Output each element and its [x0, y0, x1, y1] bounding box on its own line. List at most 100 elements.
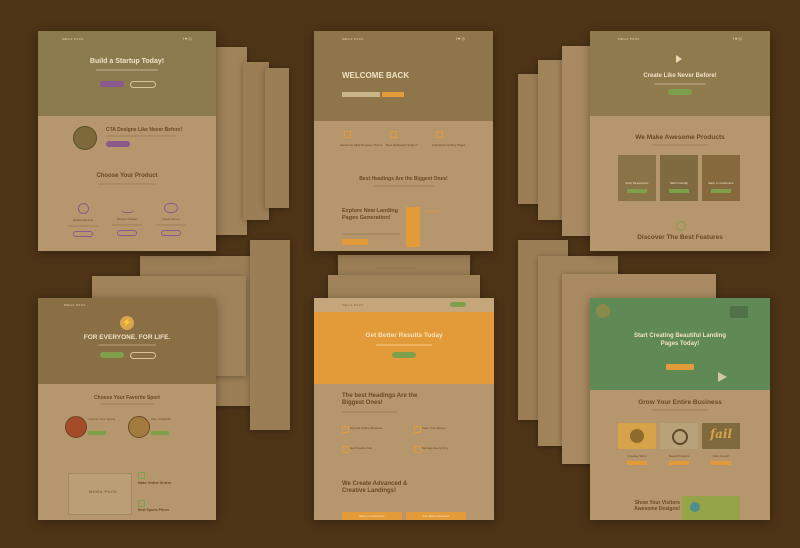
- settings-icon: [414, 446, 421, 453]
- money-icon: [414, 426, 421, 433]
- hero-title: WELCOME BACK: [342, 71, 410, 80]
- explore-title: Explore New Landing Pages Generation!: [342, 208, 398, 221]
- template-card-startup[interactable]: MEGA PACK f ♥ ◎ Build a Startup Today! C…: [38, 31, 216, 251]
- explore-button[interactable]: [342, 239, 368, 245]
- play-icon: [676, 55, 682, 63]
- sport-label: Play Volleyball: [151, 417, 171, 421]
- tile-button[interactable]: [711, 461, 731, 465]
- feature-button[interactable]: [73, 231, 93, 237]
- feature-label: Best Dedicated Support: [386, 143, 418, 147]
- hero-title: Start Creating Beautiful Landing Pages T…: [633, 333, 726, 347]
- feature-label: Get Results Fast: [350, 446, 373, 450]
- social-icons: f ♥ ◎: [455, 36, 465, 41]
- globe-icon: [73, 126, 97, 150]
- tile-label: Rapid Products: [668, 454, 690, 458]
- hero-section: Start Creating Beautiful Landing Pages T…: [590, 298, 770, 390]
- hand-icon: [630, 429, 644, 443]
- bottom-title: Show Your Visitors Awesome Designs!: [634, 500, 680, 512]
- hero-section: MEGA PACK f ♥ ◎ WELCOME BACK: [314, 31, 493, 121]
- sport-button[interactable]: [88, 431, 106, 435]
- tennis-image: [65, 416, 87, 438]
- paper-plane-icon: [718, 372, 727, 382]
- feature-label: Save Your Money: [422, 426, 446, 430]
- product-label: Fully Responsive: [625, 181, 649, 185]
- signup-button[interactable]: [382, 92, 404, 97]
- tile-button[interactable]: [627, 461, 647, 465]
- peek-title: Easy to Sell Marketing: [376, 265, 416, 270]
- template-card-landing[interactable]: Start Creating Beautiful Landing Pages T…: [590, 298, 770, 520]
- sport-button[interactable]: [151, 431, 169, 435]
- template-card-welcome[interactable]: MEGA PACK f ♥ ◎ WELCOME BACK Awesome Mul…: [314, 31, 493, 251]
- customize-button[interactable]: Easy to Customize: [342, 512, 402, 520]
- layers-icon: [436, 131, 443, 138]
- social-icons: f ♥ ◎: [732, 36, 742, 41]
- feature-tile[interactable]: [660, 423, 698, 449]
- tile-button[interactable]: [669, 461, 689, 465]
- hero-title: Create Like Never Before!: [643, 73, 717, 79]
- lightbulb-icon: [77, 203, 89, 214]
- feature-fitness: Fitness Tracker: [108, 203, 146, 236]
- logo: MEGA PACK: [64, 303, 86, 307]
- secondary-button[interactable]: [130, 81, 156, 88]
- tag-icon: [138, 500, 145, 507]
- feature-mobile: Mobile Devices: [64, 203, 102, 237]
- feature-row: Awesome Multi-Purpose Theme Best Dedicat…: [340, 131, 470, 153]
- sport-label: Improve Your Tennis: [88, 417, 116, 421]
- product-tile[interactable]: SEO Friendly: [660, 155, 698, 201]
- product-button[interactable]: [711, 189, 731, 193]
- primary-button[interactable]: [392, 352, 416, 358]
- templates-showcase: MEGA PACK f ♥ ◎ Build a Startup Today! C…: [0, 0, 800, 548]
- volleyball-image: [128, 416, 150, 438]
- social-icons: f ♥ ◎: [182, 36, 192, 41]
- target-icon: [672, 429, 688, 445]
- desk-plant-icon: [596, 304, 610, 318]
- primary-button[interactable]: [666, 364, 694, 370]
- logo: MEGA PACK: [342, 303, 364, 307]
- product-button[interactable]: [669, 189, 689, 193]
- cta-button[interactable]: [106, 141, 130, 147]
- section-title: Choose Your Product: [96, 173, 158, 179]
- advanced-button[interactable]: The Most Advanced: [406, 512, 466, 520]
- feature-label: Unlimited Landing Pages: [432, 143, 466, 147]
- device-image: [406, 207, 420, 247]
- hero-title: Build a Startup Today!: [89, 58, 165, 65]
- product-button[interactable]: [627, 189, 647, 193]
- logo: MEGA PACK: [342, 37, 364, 41]
- product-tile[interactable]: Fully Responsive: [618, 155, 656, 201]
- bottom-title: Discover The Best Features: [637, 234, 723, 241]
- logo: MEGA PACK: [62, 37, 84, 41]
- primary-button[interactable]: [668, 89, 692, 95]
- primary-button[interactable]: [100, 352, 124, 358]
- feature-button[interactable]: [161, 230, 181, 236]
- hero-section: MEGA PACK ⚡ FOR EVERYONE. FOR LIFE.: [38, 298, 216, 384]
- stacked-page: [265, 68, 289, 208]
- email-input[interactable]: [342, 92, 380, 97]
- primary-button[interactable]: [100, 81, 124, 87]
- product-tile[interactable]: Easy to Customize: [702, 155, 740, 201]
- template-card-sport[interactable]: MEGA PACK ⚡ FOR EVERYONE. FOR LIFE. Choo…: [38, 298, 216, 520]
- nav-bar: MEGA PACK: [314, 298, 494, 312]
- tile-label: Safe Growth: [712, 454, 730, 458]
- product-label: SEO Friendly: [670, 181, 688, 185]
- creative-title: We Create Advanced & Creative Landings!: [342, 481, 408, 494]
- briefcase-icon: [342, 426, 349, 433]
- feature-tile[interactable]: [618, 423, 656, 449]
- feature-label: Manage Everything: [422, 446, 448, 450]
- stacked-page: [250, 240, 290, 430]
- logo: MEGA PACK: [618, 37, 640, 41]
- feature-label: Awesome Multi-Purpose Theme: [340, 143, 383, 147]
- template-card-create[interactable]: MEGA PACK f ♥ ◎ Create Like Never Before…: [590, 31, 770, 251]
- secondary-button[interactable]: [130, 352, 156, 359]
- feature-tile[interactable]: fail: [702, 423, 740, 449]
- feature-button[interactable]: [117, 230, 137, 236]
- hero-section: Get Better Results Today: [314, 312, 494, 384]
- bullet-label: Best Sports Prices: [138, 508, 170, 512]
- nav-button[interactable]: [450, 302, 466, 307]
- template-card-results[interactable]: MEGA PACK Get Better Results Today The b…: [314, 298, 494, 520]
- section-title: Choose Your Favorite Sport: [94, 395, 160, 401]
- feature-label: Cloud Server: [162, 217, 180, 221]
- feature-label: Expand Online Business: [350, 426, 383, 430]
- check-icon: [344, 131, 351, 138]
- bolt-icon: ⚡: [120, 316, 134, 330]
- bullet-label: Make Online Orders: [138, 481, 172, 485]
